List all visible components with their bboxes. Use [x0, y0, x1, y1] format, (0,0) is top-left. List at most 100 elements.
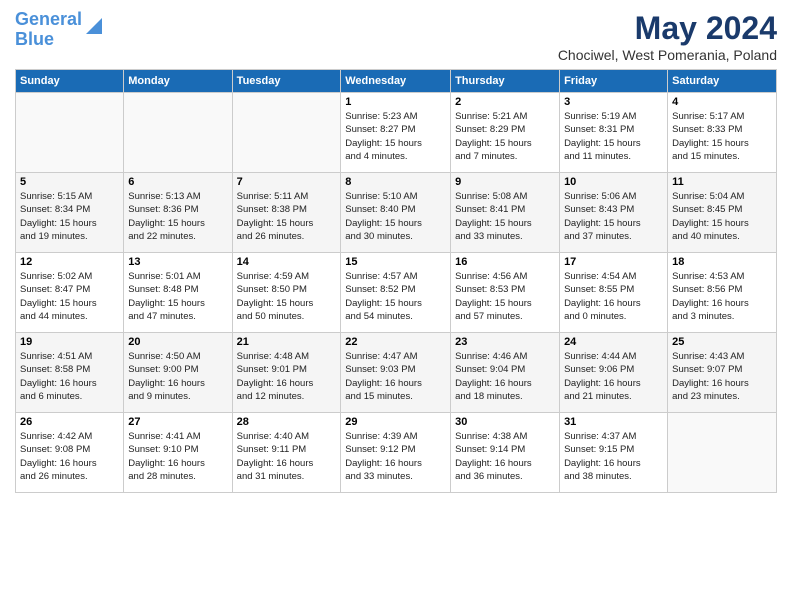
day-info: Sunrise: 4:40 AM Sunset: 9:11 PM Dayligh… — [237, 430, 337, 483]
day-number: 19 — [20, 336, 119, 348]
day-number: 8 — [345, 176, 446, 188]
calendar-cell — [124, 93, 232, 173]
day-info: Sunrise: 4:47 AM Sunset: 9:03 PM Dayligh… — [345, 350, 446, 403]
logo: General Blue — [15, 10, 104, 50]
calendar-cell — [232, 93, 341, 173]
location: Chociwel, West Pomerania, Poland — [558, 47, 777, 63]
logo-line1: General — [15, 9, 82, 29]
col-header-wednesday: Wednesday — [341, 70, 451, 93]
week-row-2: 5 Sunrise: 5:15 AM Sunset: 8:34 PM Daylig… — [16, 173, 777, 253]
day-info: Sunrise: 4:43 AM Sunset: 9:07 PM Dayligh… — [672, 350, 772, 403]
day-number: 5 — [20, 176, 119, 188]
day-number: 20 — [128, 336, 227, 348]
logo-line2: Blue — [15, 29, 54, 49]
calendar-cell: 4 Sunrise: 5:17 AM Sunset: 8:33 PM Daylig… — [668, 93, 777, 173]
day-number: 15 — [345, 256, 446, 268]
day-info: Sunrise: 4:48 AM Sunset: 9:01 PM Dayligh… — [237, 350, 337, 403]
day-number: 2 — [455, 96, 555, 108]
day-info: Sunrise: 4:59 AM Sunset: 8:50 PM Dayligh… — [237, 270, 337, 323]
day-info: Sunrise: 4:44 AM Sunset: 9:06 PM Dayligh… — [564, 350, 663, 403]
calendar-cell: 22 Sunrise: 4:47 AM Sunset: 9:03 PM Dayli… — [341, 333, 451, 413]
day-info: Sunrise: 4:50 AM Sunset: 9:00 PM Dayligh… — [128, 350, 227, 403]
calendar-cell: 18Sunrise: 4:53 AM Sunset: 8:56 PM Dayli… — [668, 253, 777, 333]
day-number: 30 — [455, 416, 555, 428]
calendar-cell: 19 Sunrise: 4:51 AM Sunset: 8:58 PM Dayli… — [16, 333, 124, 413]
calendar-cell: 5 Sunrise: 5:15 AM Sunset: 8:34 PM Daylig… — [16, 173, 124, 253]
day-info: Sunrise: 4:51 AM Sunset: 8:58 PM Dayligh… — [20, 350, 119, 403]
day-info: Sunrise: 4:37 AM Sunset: 9:15 PM Dayligh… — [564, 430, 663, 483]
page: General Blue May 2024 Chociwel, West Pom… — [0, 0, 792, 612]
day-number: 26 — [20, 416, 119, 428]
day-number: 13 — [128, 256, 227, 268]
day-info: Sunrise: 4:39 AM Sunset: 9:12 PM Dayligh… — [345, 430, 446, 483]
calendar-cell: 16Sunrise: 4:56 AM Sunset: 8:53 PM Dayli… — [451, 253, 560, 333]
day-number: 7 — [237, 176, 337, 188]
header: General Blue May 2024 Chociwel, West Pom… — [15, 10, 777, 63]
day-number: 22 — [345, 336, 446, 348]
calendar-cell: 20 Sunrise: 4:50 AM Sunset: 9:00 PM Dayli… — [124, 333, 232, 413]
day-info: Sunrise: 5:04 AM Sunset: 8:45 PM Dayligh… — [672, 190, 772, 243]
col-header-tuesday: Tuesday — [232, 70, 341, 93]
day-info: Sunrise: 4:54 AM Sunset: 8:55 PM Dayligh… — [564, 270, 663, 323]
day-number: 27 — [128, 416, 227, 428]
col-header-thursday: Thursday — [451, 70, 560, 93]
calendar-cell: 23 Sunrise: 4:46 AM Sunset: 9:04 PM Dayli… — [451, 333, 560, 413]
day-number: 14 — [237, 256, 337, 268]
day-number: 9 — [455, 176, 555, 188]
calendar-cell: 29 Sunrise: 4:39 AM Sunset: 9:12 PM Dayli… — [341, 413, 451, 493]
day-info: Sunrise: 5:10 AM Sunset: 8:40 PM Dayligh… — [345, 190, 446, 243]
day-info: Sunrise: 5:21 AM Sunset: 8:29 PM Dayligh… — [455, 110, 555, 163]
day-info: Sunrise: 4:57 AM Sunset: 8:52 PM Dayligh… — [345, 270, 446, 323]
day-number: 31 — [564, 416, 663, 428]
day-number: 23 — [455, 336, 555, 348]
day-info: Sunrise: 5:19 AM Sunset: 8:31 PM Dayligh… — [564, 110, 663, 163]
week-row-3: 12 Sunrise: 5:02 AM Sunset: 8:47 PM Dayli… — [16, 253, 777, 333]
calendar-cell: 24Sunrise: 4:44 AM Sunset: 9:06 PM Dayli… — [560, 333, 668, 413]
calendar-cell: 1 Sunrise: 5:23 AM Sunset: 8:27 PM Daylig… — [341, 93, 451, 173]
day-number: 1 — [345, 96, 446, 108]
calendar-cell: 6 Sunrise: 5:13 AM Sunset: 8:36 PM Daylig… — [124, 173, 232, 253]
calendar-cell: 17Sunrise: 4:54 AM Sunset: 8:55 PM Dayli… — [560, 253, 668, 333]
calendar-cell: 14 Sunrise: 4:59 AM Sunset: 8:50 PM Dayli… — [232, 253, 341, 333]
week-row-4: 19 Sunrise: 4:51 AM Sunset: 8:58 PM Dayli… — [16, 333, 777, 413]
calendar-cell — [668, 413, 777, 493]
calendar-cell: 8 Sunrise: 5:10 AM Sunset: 8:40 PM Daylig… — [341, 173, 451, 253]
day-info: Sunrise: 5:23 AM Sunset: 8:27 PM Dayligh… — [345, 110, 446, 163]
logo-arrow-icon — [84, 16, 104, 36]
calendar-table: SundayMondayTuesdayWednesdayThursdayFrid… — [15, 69, 777, 493]
calendar-header-row: SundayMondayTuesdayWednesdayThursdayFrid… — [16, 70, 777, 93]
calendar-cell: 15 Sunrise: 4:57 AM Sunset: 8:52 PM Dayli… — [341, 253, 451, 333]
day-info: Sunrise: 4:38 AM Sunset: 9:14 PM Dayligh… — [455, 430, 555, 483]
day-info: Sunrise: 4:46 AM Sunset: 9:04 PM Dayligh… — [455, 350, 555, 403]
day-number: 21 — [237, 336, 337, 348]
calendar-cell: 30 Sunrise: 4:38 AM Sunset: 9:14 PM Dayli… — [451, 413, 560, 493]
calendar-cell: 2 Sunrise: 5:21 AM Sunset: 8:29 PM Daylig… — [451, 93, 560, 173]
calendar-cell: 9 Sunrise: 5:08 AM Sunset: 8:41 PM Daylig… — [451, 173, 560, 253]
calendar-cell: 13 Sunrise: 5:01 AM Sunset: 8:48 PM Dayli… — [124, 253, 232, 333]
day-number: 12 — [20, 256, 119, 268]
calendar-cell — [16, 93, 124, 173]
day-info: Sunrise: 5:17 AM Sunset: 8:33 PM Dayligh… — [672, 110, 772, 163]
day-number: 6 — [128, 176, 227, 188]
calendar-cell: 26Sunrise: 4:42 AM Sunset: 9:08 PM Dayli… — [16, 413, 124, 493]
day-number: 25 — [672, 336, 772, 348]
day-info: Sunrise: 5:08 AM Sunset: 8:41 PM Dayligh… — [455, 190, 555, 243]
day-number: 29 — [345, 416, 446, 428]
day-info: Sunrise: 5:01 AM Sunset: 8:48 PM Dayligh… — [128, 270, 227, 323]
col-header-sunday: Sunday — [16, 70, 124, 93]
day-info: Sunrise: 4:53 AM Sunset: 8:56 PM Dayligh… — [672, 270, 772, 323]
day-number: 4 — [672, 96, 772, 108]
day-info: Sunrise: 5:13 AM Sunset: 8:36 PM Dayligh… — [128, 190, 227, 243]
calendar-cell: 27Sunrise: 4:41 AM Sunset: 9:10 PM Dayli… — [124, 413, 232, 493]
calendar-cell: 12 Sunrise: 5:02 AM Sunset: 8:47 PM Dayli… — [16, 253, 124, 333]
day-number: 16 — [455, 256, 555, 268]
col-header-monday: Monday — [124, 70, 232, 93]
calendar-cell: 28 Sunrise: 4:40 AM Sunset: 9:11 PM Dayli… — [232, 413, 341, 493]
day-number: 28 — [237, 416, 337, 428]
day-info: Sunrise: 5:15 AM Sunset: 8:34 PM Dayligh… — [20, 190, 119, 243]
day-info: Sunrise: 5:02 AM Sunset: 8:47 PM Dayligh… — [20, 270, 119, 323]
week-row-1: 1 Sunrise: 5:23 AM Sunset: 8:27 PM Daylig… — [16, 93, 777, 173]
calendar-cell: 11Sunrise: 5:04 AM Sunset: 8:45 PM Dayli… — [668, 173, 777, 253]
day-info: Sunrise: 5:11 AM Sunset: 8:38 PM Dayligh… — [237, 190, 337, 243]
calendar-cell: 31 Sunrise: 4:37 AM Sunset: 9:15 PM Dayli… — [560, 413, 668, 493]
